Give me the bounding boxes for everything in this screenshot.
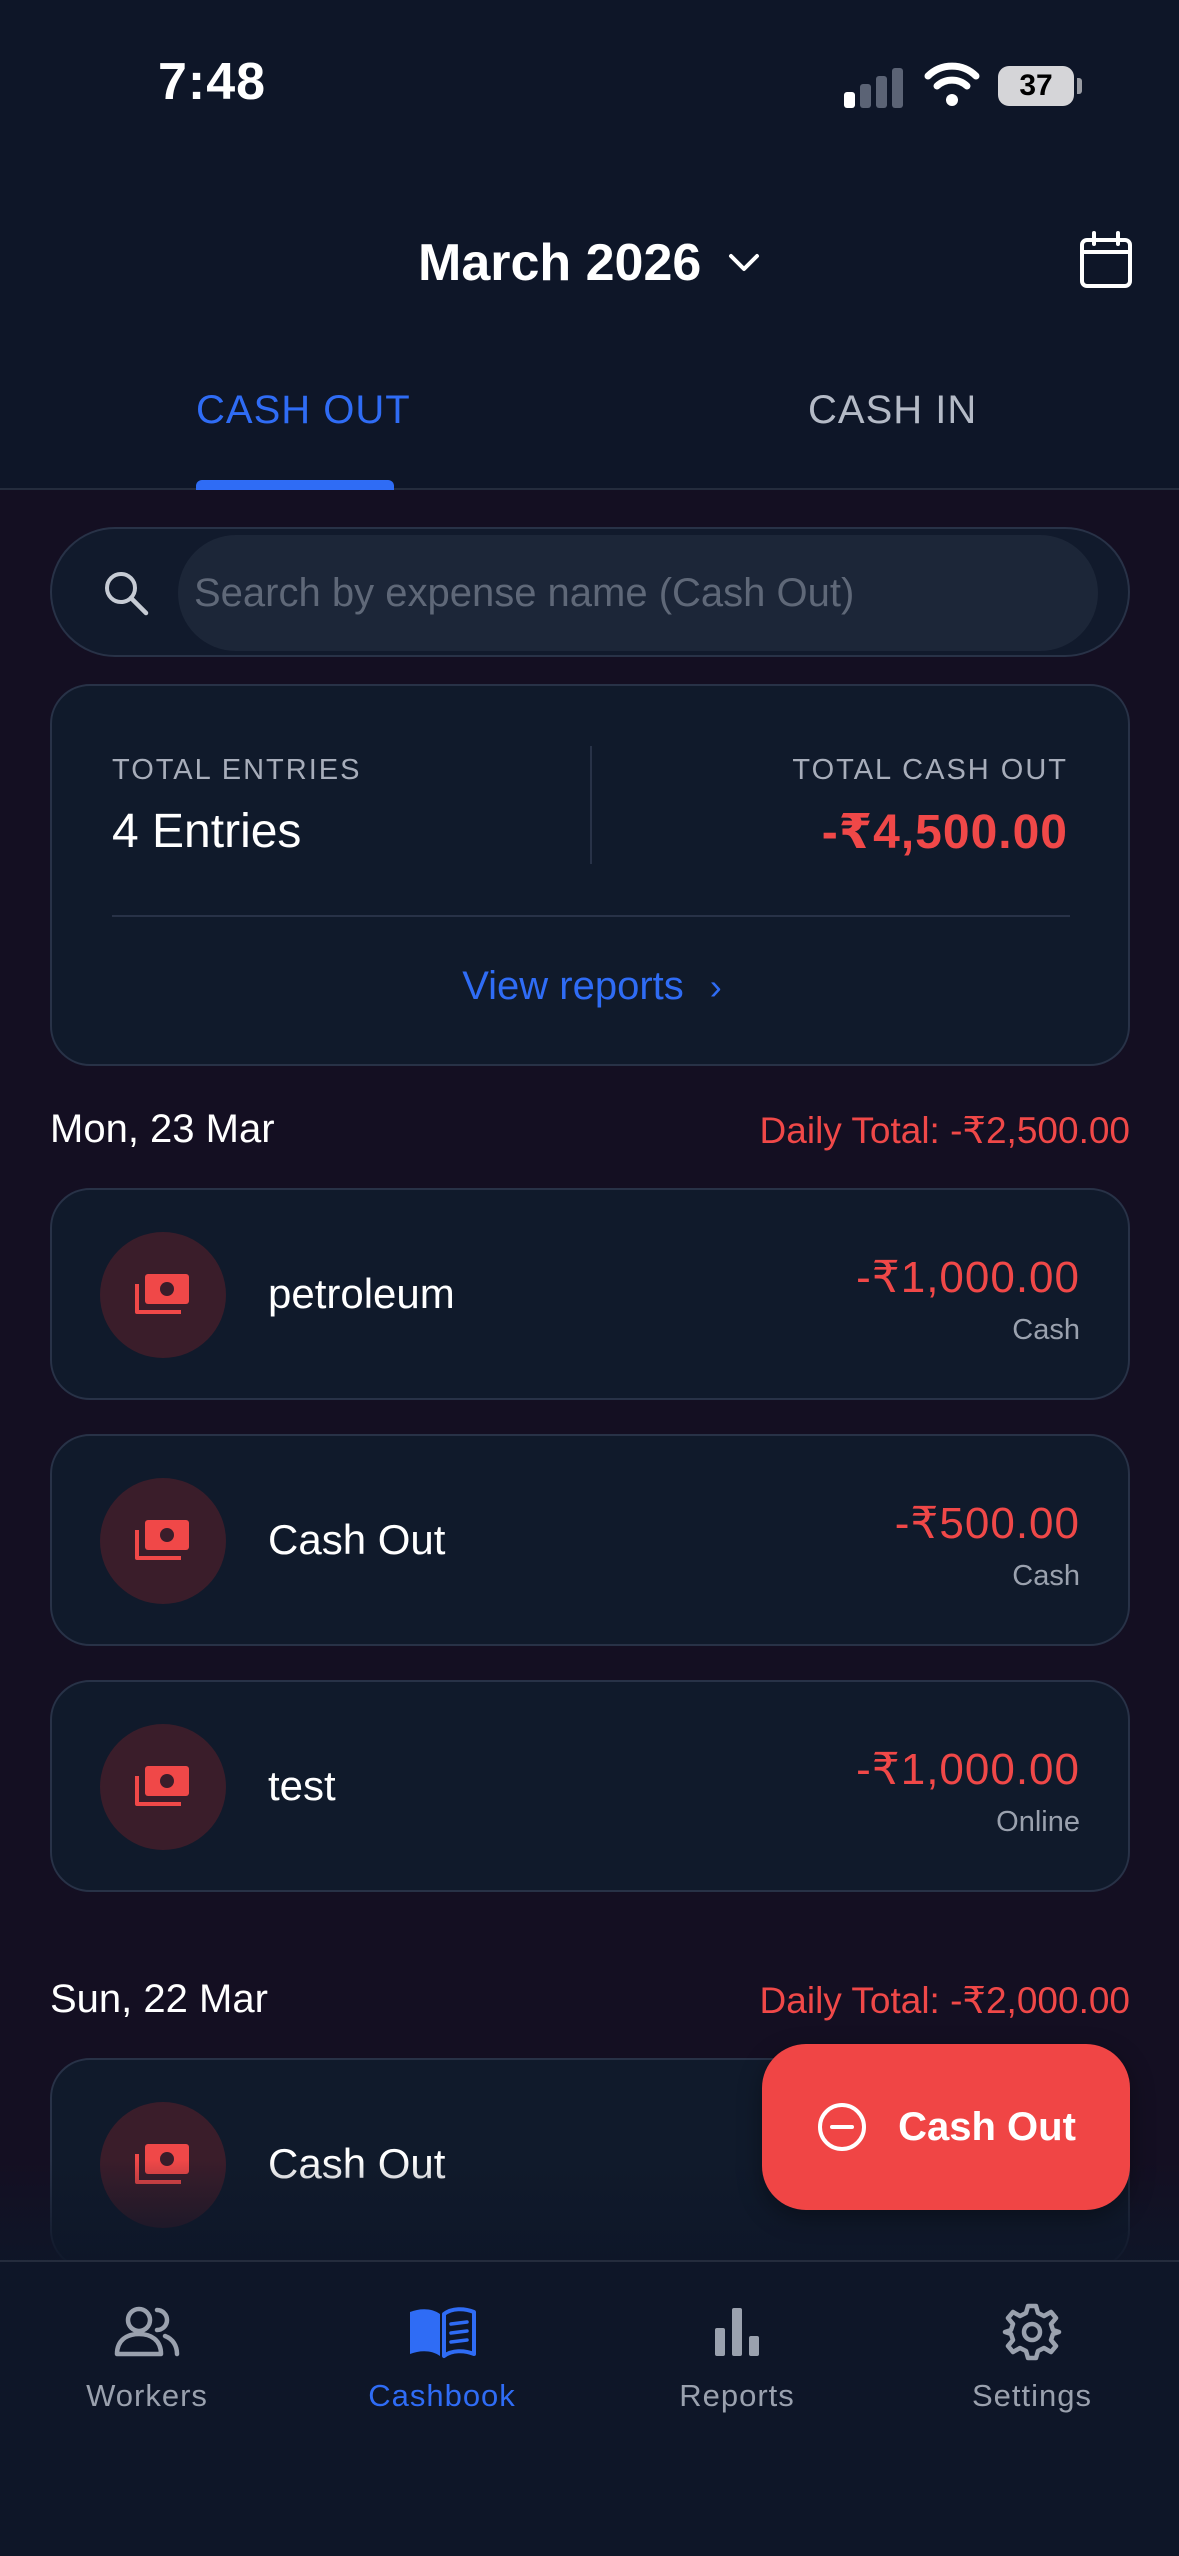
tab-cash-out[interactable]: CASH OUT <box>196 388 411 433</box>
search-icon <box>105 572 149 616</box>
battery-cap <box>1077 78 1082 94</box>
entry-row[interactable]: petroleum -₹1,000.00 Cash <box>50 1188 1130 1400</box>
entry-icon-badge <box>100 1478 226 1604</box>
nav-label: Settings <box>971 2378 1092 2413</box>
entry-icon-badge <box>100 1724 226 1850</box>
entry-icon-badge <box>100 1232 226 1358</box>
nav-item-workers[interactable]: Workers <box>27 2302 267 2414</box>
summary-card: TOTAL ENTRIES 4 Entries TOTAL CASH OUT -… <box>50 684 1130 1066</box>
nav-label: Cashbook <box>368 2378 516 2413</box>
money-icon <box>135 1274 189 1314</box>
entry-name: petroleum <box>268 1270 455 1317</box>
total-cash-out-value: -₹4,500.00 <box>821 806 1068 859</box>
battery-icon: 37 <box>998 66 1074 106</box>
summary-divider-horizontal <box>112 915 1070 917</box>
day-date: Mon, 23 Mar <box>50 1107 275 1151</box>
calendar-icon[interactable] <box>1078 230 1134 290</box>
cellular-signal-icon <box>842 64 906 108</box>
nav-item-reports[interactable]: Reports <box>617 2302 857 2414</box>
nav-item-cashbook[interactable]: Cashbook <box>322 2302 562 2414</box>
day-header: Sun, 22 Mar Daily Total: -₹2,000.00 <box>50 1977 1130 2033</box>
top-bar: 7:48 37 March 2026 CASH OUT CASH IN <box>0 0 1179 490</box>
search-bar <box>50 527 1130 657</box>
book-icon <box>410 2307 476 2358</box>
money-icon <box>135 1520 189 1560</box>
gear-icon <box>1002 2303 1062 2361</box>
entry-payment-method: Cash <box>1012 1314 1080 1346</box>
status-time: 7:48 <box>158 53 267 111</box>
chevron-right-icon: › <box>709 966 722 1007</box>
entry-amount: -₹1,000.00 <box>856 1745 1080 1794</box>
summary-divider-vertical <box>590 746 592 864</box>
entry-name: test <box>268 1762 336 1809</box>
daily-total: Daily Total: -₹2,000.00 <box>759 1980 1130 2021</box>
nav-label: Reports <box>679 2378 795 2413</box>
entry-name: Cash Out <box>268 1516 446 1563</box>
money-icon <box>135 1766 189 1806</box>
entry-row[interactable]: Cash Out -₹500.00 Cash <box>50 1434 1130 1646</box>
search-input[interactable] <box>178 535 1098 651</box>
month-title: March 2026 <box>418 234 702 292</box>
entry-payment-method: Cash <box>1012 1560 1080 1592</box>
chevron-down-icon <box>729 254 760 271</box>
bottom-navigation: Workers Cashbook Reports Settings <box>0 2260 1179 2556</box>
bar-chart-icon <box>715 2308 759 2356</box>
nav-label: Workers <box>86 2378 208 2413</box>
entry-payment-method: Online <box>996 1806 1080 1838</box>
view-reports-label: View reports <box>462 964 684 1008</box>
add-cash-out-button[interactable]: Cash Out <box>762 2044 1130 2210</box>
minus-circle-icon <box>818 2103 867 2151</box>
tab-cash-in[interactable]: CASH IN <box>808 388 977 433</box>
daily-total: Daily Total: -₹2,500.00 <box>759 1110 1130 1151</box>
wifi-icon <box>924 62 980 106</box>
users-icon <box>114 2306 180 2357</box>
total-entries-label: TOTAL ENTRIES <box>112 754 362 786</box>
total-entries-value: 4 Entries <box>112 805 302 858</box>
view-reports-link[interactable]: View reports › <box>52 964 1132 1009</box>
entry-amount: -₹1,000.00 <box>856 1253 1080 1302</box>
active-tab-indicator <box>196 480 394 490</box>
day-date: Sun, 22 Mar <box>50 1977 268 2021</box>
total-cash-out-label: TOTAL CASH OUT <box>792 754 1068 786</box>
month-selector[interactable]: March 2026 <box>418 228 761 298</box>
entry-amount: -₹500.00 <box>894 1499 1080 1548</box>
add-cash-out-label: Cash Out <box>898 2104 1076 2149</box>
day-header: Mon, 23 Mar Daily Total: -₹2,500.00 <box>50 1107 1130 1163</box>
nav-item-settings[interactable]: Settings <box>912 2302 1152 2414</box>
entry-row[interactable]: test -₹1,000.00 Online <box>50 1680 1130 1892</box>
